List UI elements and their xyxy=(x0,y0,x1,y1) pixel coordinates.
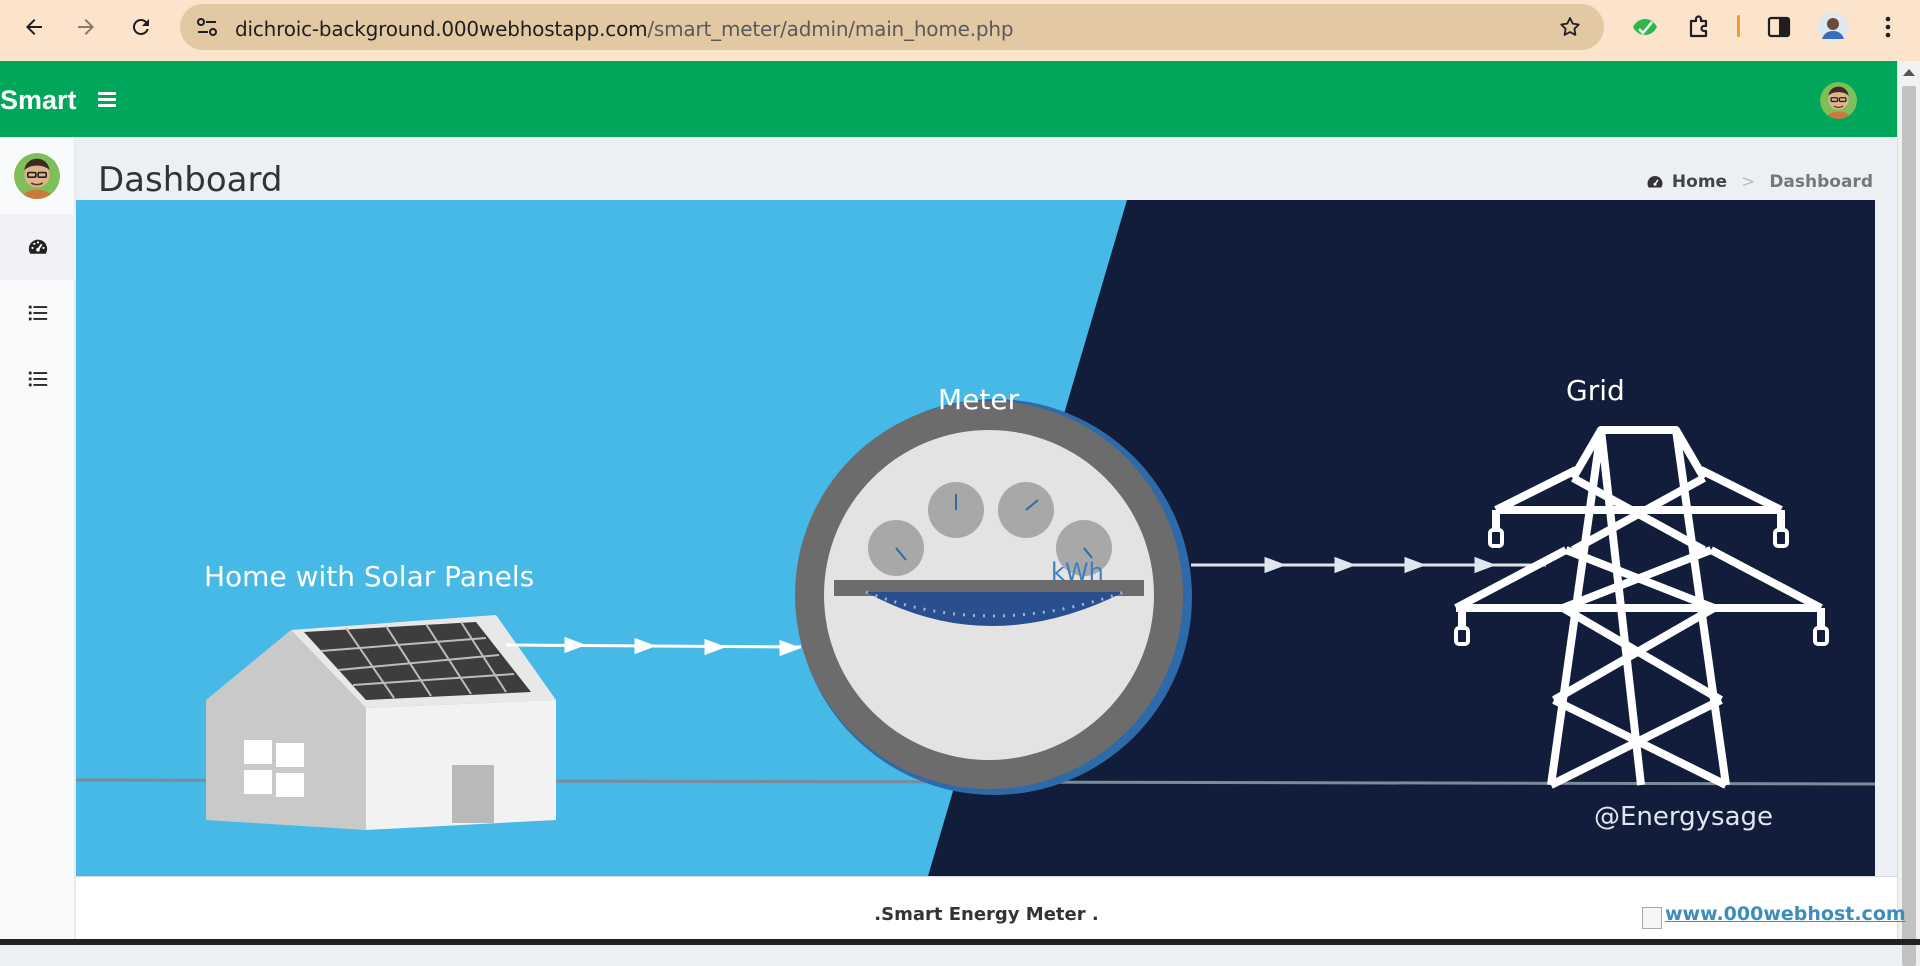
page-title: Dashboard xyxy=(98,160,283,200)
grid-label: Grid xyxy=(1566,374,1625,407)
reload-icon xyxy=(132,18,149,35)
list-icon xyxy=(28,305,47,321)
page-scrollbar[interactable] xyxy=(1897,61,1920,966)
reload-button[interactable] xyxy=(126,12,156,42)
user-avatar-icon xyxy=(1820,82,1857,119)
scrollbar-thumb[interactable] xyxy=(1902,86,1916,966)
footer-text: .Smart Energy Meter . xyxy=(874,904,1099,925)
profile-avatar-icon[interactable] xyxy=(1818,12,1848,42)
breadcrumb-home-link[interactable]: Home xyxy=(1672,172,1727,192)
solar-grid-illustration: kWh xyxy=(76,200,1875,876)
user-avatar-icon xyxy=(14,153,60,199)
image-credit: @Energysage xyxy=(1594,802,1774,832)
url-domain: dichroic-background.000webhostapp.com xyxy=(235,17,648,41)
url-text: dichroic-background.000webhostapp.com/sm… xyxy=(235,17,1014,41)
sidebar-user-avatar[interactable] xyxy=(14,153,60,199)
breadcrumb-separator: > xyxy=(1741,172,1756,192)
back-button[interactable] xyxy=(19,12,49,42)
dashboard-icon xyxy=(1647,176,1663,188)
sidebar-item-dashboard[interactable] xyxy=(0,214,75,280)
breadcrumb: Home > Dashboard xyxy=(1646,172,1873,192)
bottom-edge xyxy=(0,939,1920,945)
meter-label: Meter xyxy=(938,383,1020,416)
arrow-left-icon xyxy=(26,19,42,35)
brand-logo[interactable]: Smart xyxy=(0,85,77,116)
browser-toolbar: dichroic-background.000webhostapp.com/sm… xyxy=(0,0,1920,61)
dashboard-icon xyxy=(28,239,47,254)
arrow-right-icon xyxy=(78,19,94,35)
scroll-up-arrow-icon[interactable] xyxy=(1903,69,1915,76)
list-icon xyxy=(28,371,47,387)
hosting-badge-link[interactable]: www.000webhost.com xyxy=(1642,903,1906,929)
forward-button[interactable] xyxy=(71,12,101,42)
extensions-puzzle-icon[interactable] xyxy=(1685,13,1713,41)
side-panel-icon[interactable] xyxy=(1765,13,1793,41)
address-bar[interactable]: dichroic-background.000webhostapp.com/sm… xyxy=(180,4,1604,50)
sidebar-toggle-hamburger-icon[interactable] xyxy=(96,88,118,110)
home-label: Home with Solar Panels xyxy=(204,560,535,593)
sidebar-item-list-2[interactable] xyxy=(0,346,75,412)
app-header: Smart xyxy=(0,61,1897,137)
user-avatar[interactable] xyxy=(1820,82,1857,119)
hosting-badge-text: www.000webhost.com xyxy=(1665,903,1906,925)
breadcrumb-current: Dashboard xyxy=(1769,172,1873,192)
meter-unit-label: kWh xyxy=(1051,558,1104,586)
broken-image-icon xyxy=(1642,907,1662,929)
site-settings-icon[interactable] xyxy=(194,15,220,39)
footer: .Smart Energy Meter . www.000webhost.com xyxy=(76,876,1906,945)
hero-banner-image: kWh Home with Solar Panels Meter Grid @E… xyxy=(76,200,1875,876)
toolbar-separator xyxy=(1737,15,1740,37)
bookmark-star-icon[interactable] xyxy=(1558,15,1582,39)
eye-extension-icon[interactable] xyxy=(1631,13,1659,41)
url-path: /smart_meter/admin/main_home.php xyxy=(647,17,1014,41)
sidebar-item-list-1[interactable] xyxy=(0,280,75,346)
meter-illustration xyxy=(795,399,1192,795)
sidebar xyxy=(0,137,75,945)
browser-menu-icon[interactable] xyxy=(1874,13,1902,41)
